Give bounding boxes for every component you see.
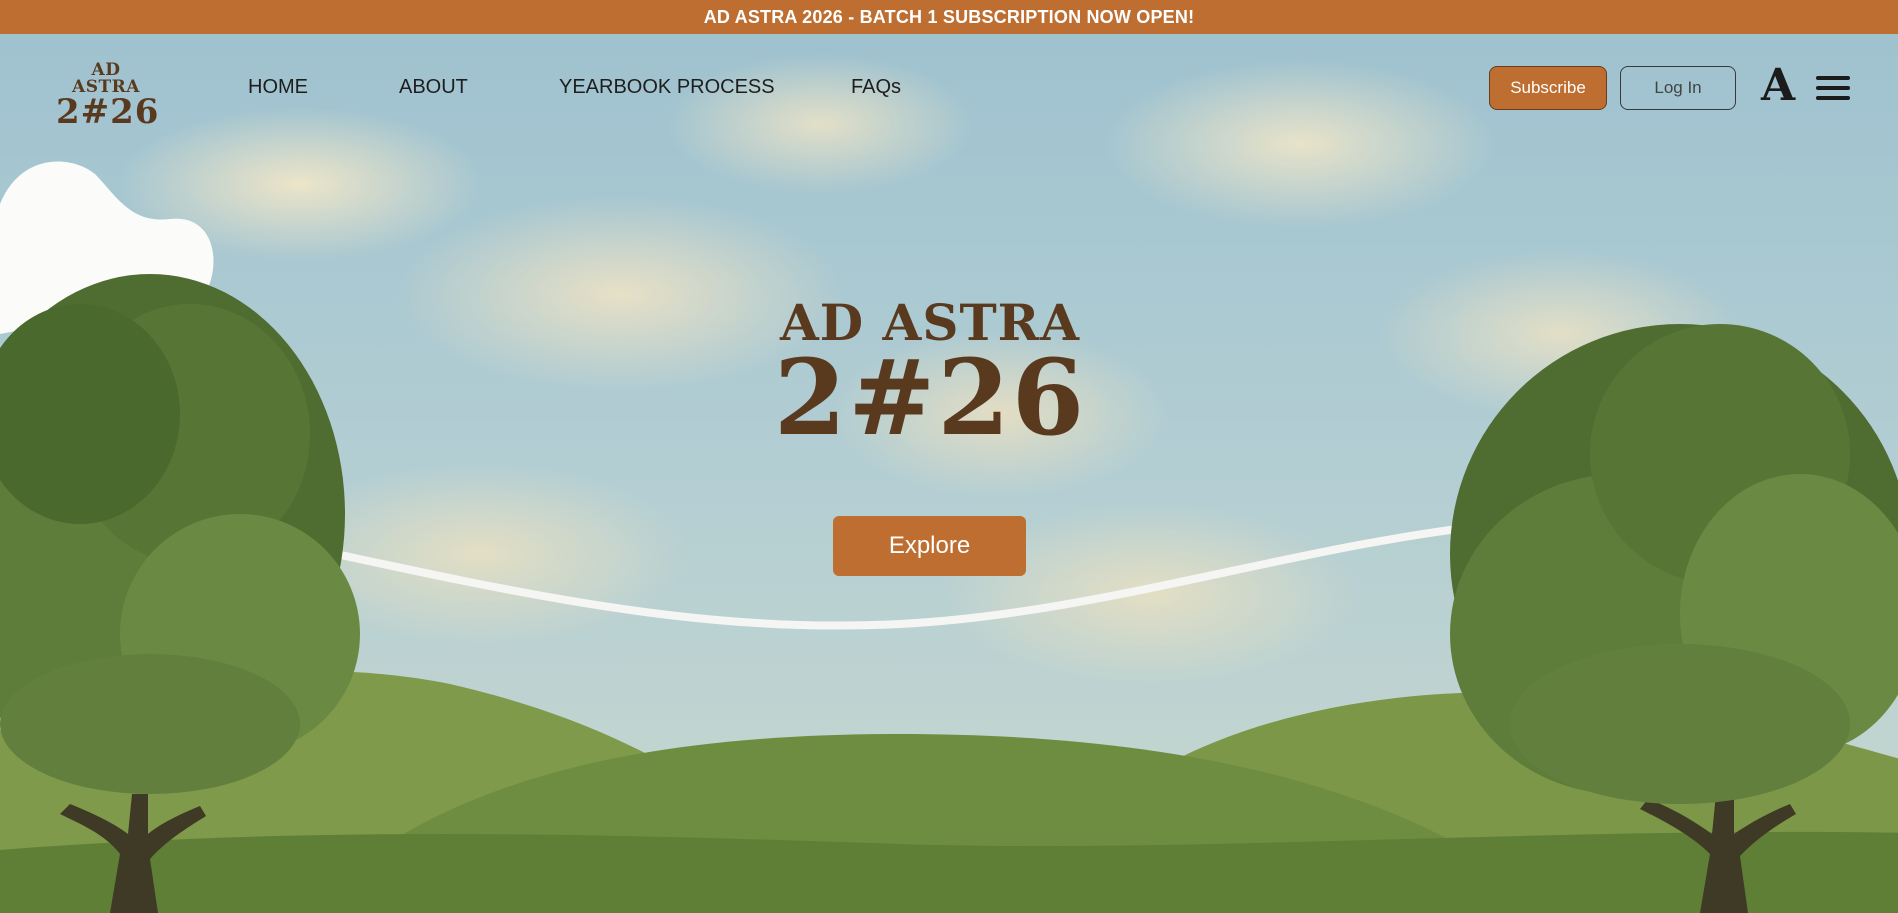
- landscape-illustration: [0, 161, 1898, 913]
- menu-icon[interactable]: [1816, 76, 1850, 100]
- nav-about[interactable]: ABOUT: [399, 76, 468, 99]
- login-button[interactable]: Log In: [1620, 66, 1736, 110]
- announcement-text: AD ASTRA 2026 - BATCH 1 SUBSCRIPTION NOW…: [703, 6, 1195, 27]
- subscribe-button[interactable]: Subscribe: [1489, 66, 1607, 110]
- nav-home[interactable]: HOME: [248, 76, 308, 99]
- nav-faqs[interactable]: FAQs: [851, 76, 901, 99]
- top-navbar: AD ASTRA 2#26 HOME ABOUT YEARBOOK PROCES…: [0, 34, 1898, 142]
- hero-logo-line2: 2#26: [773, 336, 1087, 459]
- brand-logo[interactable]: AD ASTRA 2#26: [56, 60, 160, 132]
- explore-button[interactable]: Explore: [833, 516, 1026, 576]
- hero-scene: [0, 34, 1898, 913]
- brand-logo-line2: 2#26: [56, 92, 160, 132]
- nav-yearbook-process[interactable]: YEARBOOK PROCESS: [559, 76, 775, 99]
- hero-logo: AD ASTRA 2#26: [770, 298, 1090, 450]
- brand-logo-line1: AD ASTRA: [72, 60, 140, 97]
- a-logo-icon[interactable]: A: [1761, 60, 1795, 111]
- announcement-banner[interactable]: AD ASTRA 2026 - BATCH 1 SUBSCRIPTION NOW…: [0, 0, 1898, 34]
